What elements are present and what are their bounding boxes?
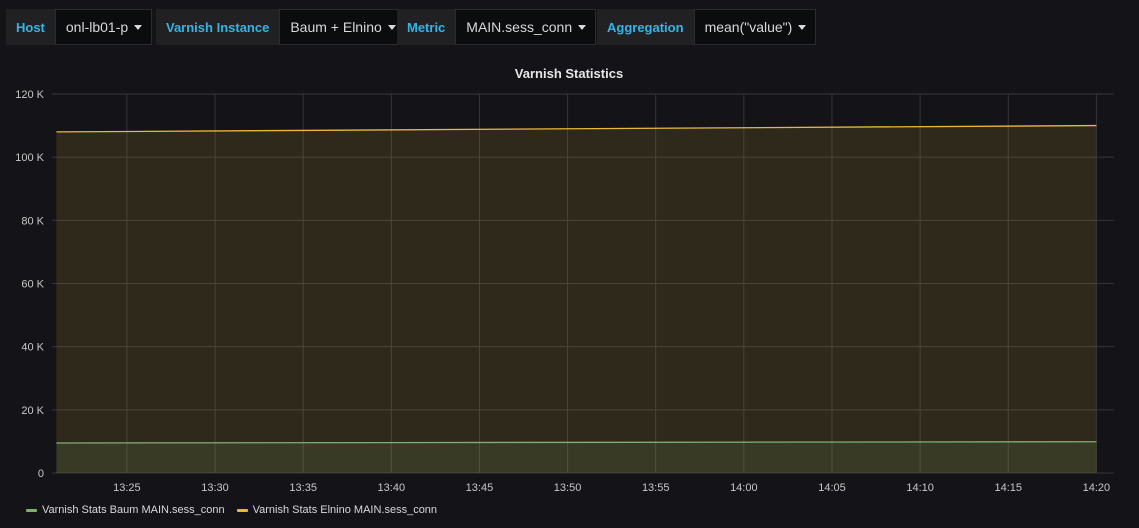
x-tick-label: 13:35 <box>289 482 317 494</box>
x-tick-label: 13:40 <box>378 482 406 494</box>
legend-label-baum: Varnish Stats Baum MAIN.sess_conn <box>42 504 225 516</box>
variable-metric: Metric MAIN.sess_conn <box>397 9 597 45</box>
variable-label-host: Host <box>6 9 55 45</box>
series-area-baum <box>56 441 1097 473</box>
caret-down-icon <box>387 25 396 30</box>
chart-legend: Varnish Stats Baum MAIN.sess_conn Varnis… <box>26 504 437 516</box>
y-tick-label: 20 K <box>21 405 44 417</box>
host-dropdown-value: onl-lb01-p <box>65 19 129 35</box>
x-tick-label: 14:15 <box>994 482 1022 494</box>
y-tick-label: 120 K <box>15 89 44 101</box>
caret-down-icon <box>798 25 807 30</box>
x-tick-label: 13:30 <box>201 482 229 494</box>
legend-swatch-elnino <box>236 508 248 512</box>
x-tick-label: 14:20 <box>1083 482 1111 494</box>
variable-label-varnish-instance: Varnish Instance <box>156 9 280 45</box>
dashboard-variables-bar: Host onl-lb01-p Varnish Instance Baum + … <box>0 0 1139 54</box>
x-tick-label: 14:00 <box>730 482 758 494</box>
graph-panel: 0 20 K 40 K 60 K 80 K 100 K 120 K 13:25 13:30 13… <box>2 56 1136 526</box>
x-tick-label: 13:45 <box>466 482 494 494</box>
panel-title[interactable]: Varnish Statistics <box>2 66 1136 81</box>
x-tick-label: 14:10 <box>906 482 934 494</box>
y-tick-label: 100 K <box>15 152 44 164</box>
variable-label-aggregation: Aggregation <box>597 9 694 45</box>
x-tick-label: 13:55 <box>642 482 670 494</box>
x-tick-label: 13:25 <box>113 482 141 494</box>
series-area-elnino <box>56 125 1097 473</box>
variable-aggregation: Aggregation mean("value") <box>597 9 817 45</box>
varnish-instance-dropdown[interactable]: Baum + Elnino <box>279 9 406 45</box>
caret-down-icon <box>578 25 587 30</box>
aggregation-dropdown[interactable]: mean("value") <box>693 9 817 45</box>
variable-varnish-instance: Varnish Instance Baum + Elnino <box>156 9 406 45</box>
legend-item-elnino[interactable]: Varnish Stats Elnino MAIN.sess_conn <box>236 504 438 516</box>
caret-down-icon <box>134 25 143 30</box>
y-tick-label: 80 K <box>21 215 44 227</box>
metric-dropdown[interactable]: MAIN.sess_conn <box>455 9 597 45</box>
varnish-instance-dropdown-value: Baum + Elnino <box>290 19 382 35</box>
y-tick-label: 60 K <box>21 279 44 291</box>
aggregation-dropdown-value: mean("value") <box>704 19 793 35</box>
metric-dropdown-value: MAIN.sess_conn <box>466 19 573 35</box>
variable-host: Host onl-lb01-p <box>6 9 153 45</box>
y-tick-label: 0 <box>38 468 44 480</box>
y-tick-label: 40 K <box>21 342 44 354</box>
legend-label-elnino: Varnish Stats Elnino MAIN.sess_conn <box>252 504 438 516</box>
legend-item-baum[interactable]: Varnish Stats Baum MAIN.sess_conn <box>26 504 225 516</box>
host-dropdown[interactable]: onl-lb01-p <box>54 9 153 45</box>
x-tick-label: 14:05 <box>818 482 846 494</box>
legend-swatch-baum <box>26 508 37 512</box>
variable-label-metric: Metric <box>397 9 456 45</box>
x-tick-label: 13:50 <box>554 482 582 494</box>
varnish-statistics-chart[interactable]: 0 20 K 40 K 60 K 80 K 100 K 120 K 13:25 13:30 13… <box>2 56 1136 526</box>
